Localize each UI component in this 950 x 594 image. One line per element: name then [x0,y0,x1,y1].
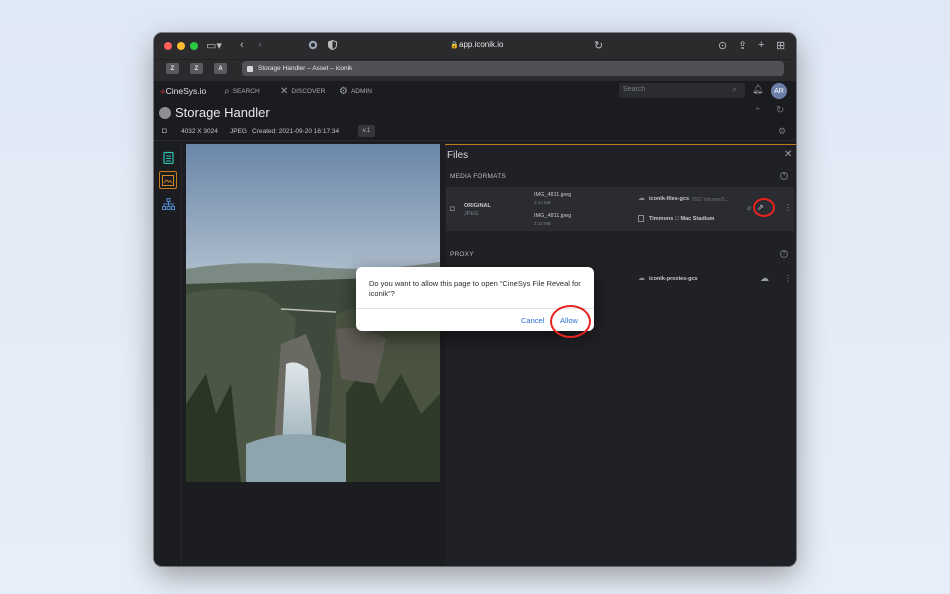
hierarchy-icon[interactable] [160,196,176,212]
asset-format: JPEG [230,128,247,135]
nav-search-label: SEARCH [232,88,260,95]
file-name-2[interactable]: IMG_4811.jpeg [534,213,571,219]
discover-icon: ✕ [280,86,289,97]
drive-icon [638,215,644,222]
brand-logo[interactable]: ⟡CineSys.io [160,86,206,97]
proxy-cloud-icon: ☁ [638,275,645,282]
forward-icon[interactable]: › [258,39,262,51]
refresh-icon[interactable]: ↻ [776,105,784,116]
original-label: ORIGINAL [464,203,491,209]
search-input[interactable]: Search [619,83,745,98]
cloud-download-icon[interactable]: ☁ [760,273,769,284]
privacy-icon[interactable] [308,40,318,53]
storage-name-2: Timmons  Mac Stadium [649,216,714,222]
reload-icon[interactable]: ↻ [594,39,603,52]
asset-dimensions: 4032 X 3024 [181,128,218,135]
tab-favicon-icon [247,65,253,72]
camera-icon: ◘ [162,126,167,135]
download-icon[interactable]: ⊙ [718,39,727,52]
cloud-icon: ☁ [638,195,645,202]
gear-icon: ⚙ [339,86,348,97]
asset-owner-avatar [159,107,171,119]
files-panel-title: Files [447,150,469,161]
help-icon[interactable]: ? [780,172,788,180]
link-icon[interactable]: ⌀ [747,204,751,212]
metadata-clipboard-icon[interactable] [160,149,176,165]
zoom-window-button[interactable] [190,42,198,50]
tab-storage-handler[interactable]: Storage Handler – Asset – iconik [242,61,784,76]
original-sublabel: JPEG [464,211,479,217]
search-icon: ⌕ [224,86,230,97]
back-icon[interactable]: ‹ [240,39,244,51]
sidebar-toggle-icon[interactable]: ▭▾ [206,39,222,52]
allow-highlight-circle [550,305,591,338]
share-icon[interactable]: ⇪ [738,39,747,52]
proxy-help-icon[interactable]: ? [780,250,788,258]
asset-meta-row [154,123,796,141]
nav-search[interactable]: ⌕ SEARCH [224,86,260,97]
reveal-highlight-circle [753,198,775,217]
favorite-z-2[interactable]: Z [190,63,203,74]
proxy-heading: PROXY [450,251,474,258]
original-format-row [446,187,794,231]
more-options-icon[interactable]: ⋮ [784,203,792,212]
nav-admin[interactable]: ⚙ ADMIN [339,86,372,97]
tab-overview-icon[interactable]: ⊞ [776,39,785,52]
new-tab-icon[interactable]: + [758,39,764,51]
storage-name-1: iconik-files-gcs [649,196,690,202]
file-size-1: 3.13 MB [534,200,551,205]
tab-title: Storage Handler – Asset – iconik [258,65,353,72]
asset-created: Created: 2021-09-20 16:17:34 [252,128,340,135]
lock-icon: 🔒 [450,42,459,49]
user-avatar[interactable]: AR [771,83,787,99]
proxy-more-options-icon[interactable]: ⋮ [784,274,792,283]
file-size-2: 3.13 MB [534,221,551,226]
collapse-up-icon[interactable]: ⌃ [754,106,762,117]
address-bar[interactable]: app.iconik.io [459,40,503,49]
proxy-storage-name: iconik-proxies-gcs [649,276,698,282]
bell-icon[interactable]: 🔔︎ [752,84,763,95]
page-title: Storage Handler [175,105,270,120]
minimize-window-button[interactable] [177,42,185,50]
nav-admin-label: ADMIN [350,88,372,95]
media-formats-heading: MEDIA FORMATS [450,173,506,180]
favorite-a[interactable]: A [214,63,227,74]
favorite-z-1[interactable]: Z [166,63,179,74]
version-badge[interactable]: v.1 [358,125,375,137]
nav-discover-label: DISCOVER [291,88,326,95]
search-magnifier-icon[interactable]: ⌕ [732,84,737,95]
settings-gear-icon[interactable]: ⚙ [778,126,786,137]
nav-discover[interactable]: ✕ DISCOVER [280,86,325,97]
close-icon[interactable]: ✕ [784,149,792,160]
camera-format-icon: ◘ [450,204,455,213]
close-window-button[interactable] [164,42,172,50]
file-name-1[interactable]: IMG_4811.jpeg [534,192,571,198]
files-formats-icon[interactable] [159,171,177,189]
shield-icon[interactable] [328,39,337,53]
dialog-message: Do you want to allow this page to open “… [369,279,581,298]
brand-name: CineSys.io [165,86,207,96]
storage-path-1: /ISG Volume/3... [692,197,729,203]
traffic-lights [164,42,198,50]
cancel-button[interactable]: Cancel [521,316,544,325]
